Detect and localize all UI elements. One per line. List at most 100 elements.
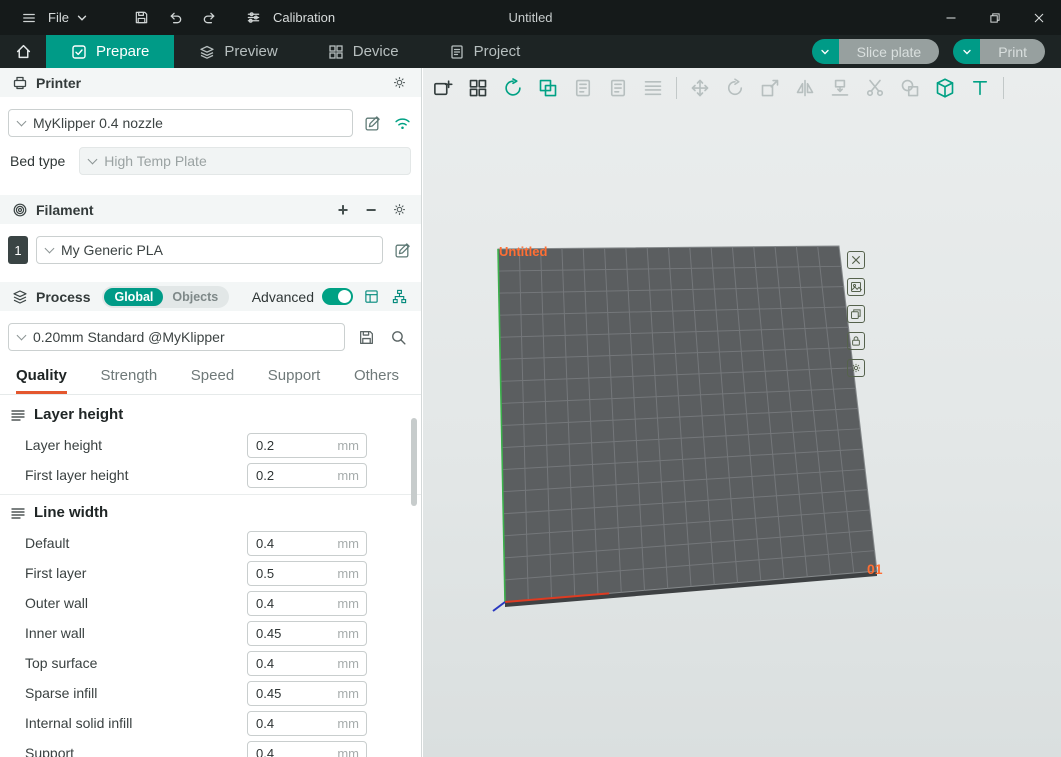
param-row: Supportmm	[0, 738, 421, 757]
minimize-button[interactable]	[929, 0, 973, 35]
param-unit: mm	[337, 656, 366, 671]
calibration-button[interactable]: Calibration	[241, 5, 335, 31]
tab-strength[interactable]: Strength	[100, 367, 157, 394]
arrange-plate-button[interactable]	[847, 278, 865, 296]
process-preset-dropdown[interactable]: 0.20mm Standard @MyKlipper	[8, 323, 345, 351]
param-input[interactable]	[248, 716, 337, 731]
wifi-connection-icon[interactable]	[391, 112, 413, 134]
close-button[interactable]	[1017, 0, 1061, 35]
slice-plate-button[interactable]: Slice plate	[812, 39, 940, 64]
bed-type-dropdown[interactable]: High Temp Plate	[79, 147, 411, 175]
param-input[interactable]	[248, 746, 337, 757]
hamburger-icon	[16, 5, 42, 31]
search-icon[interactable]	[387, 326, 409, 348]
tab-others[interactable]: Others	[354, 367, 399, 394]
redo-icon[interactable]	[197, 5, 223, 31]
object-organize-icon[interactable]	[389, 287, 409, 307]
param-group-title: Layer height	[34, 406, 123, 423]
sidebar-scrollbar[interactable]	[411, 418, 417, 506]
tab-preview[interactable]: Preview	[174, 35, 302, 68]
save-icon[interactable]	[129, 5, 155, 31]
process-scope-toggle[interactable]: Global Objects	[102, 286, 229, 308]
print-options-chevron-icon[interactable]	[953, 39, 980, 64]
tab-project[interactable]: Project	[424, 35, 546, 68]
param-input[interactable]	[248, 438, 337, 453]
filament-section-header: Filament + −	[0, 195, 421, 224]
edit-filament-icon[interactable]	[391, 239, 413, 261]
tab-prepare[interactable]: Prepare	[46, 35, 174, 68]
lock-plate-button[interactable]	[847, 332, 865, 350]
arrange-icon[interactable]	[466, 76, 490, 100]
assembly-view-icon[interactable]	[933, 76, 957, 100]
mesh-boolean-icon[interactable]	[898, 76, 922, 100]
viewport-3d[interactable]: Untitled 01	[423, 68, 1061, 757]
variable-layer-height-icon[interactable]	[641, 76, 665, 100]
advanced-toggle[interactable]	[322, 288, 353, 305]
param-row: Layer heightmm	[0, 430, 421, 460]
remove-filament-button[interactable]: −	[361, 201, 381, 219]
cut-icon[interactable]	[863, 76, 887, 100]
param-unit: mm	[337, 686, 366, 701]
slice-options-chevron-icon[interactable]	[812, 39, 839, 64]
tab-quality[interactable]: Quality	[16, 367, 67, 394]
edit-printer-icon[interactable]	[361, 112, 383, 134]
layer-height-icon	[10, 407, 26, 423]
printer-icon	[12, 75, 28, 91]
lay-on-face-icon[interactable]	[828, 76, 852, 100]
split-to-parts-icon[interactable]	[571, 76, 595, 100]
tab-support[interactable]: Support	[268, 367, 321, 394]
tab-speed[interactable]: Speed	[191, 367, 234, 394]
minimize-icon	[945, 12, 957, 24]
auto-orient-icon[interactable]	[501, 76, 525, 100]
advanced-label: Advanced	[252, 289, 314, 305]
home-button[interactable]	[0, 35, 46, 68]
param-input[interactable]	[248, 656, 337, 671]
delete-plate-icon	[850, 254, 862, 266]
param-input[interactable]	[248, 626, 337, 641]
filament-settings-gear-icon[interactable]	[389, 200, 409, 220]
param-input[interactable]	[248, 686, 337, 701]
delete-plate-button[interactable]	[847, 251, 865, 269]
mirror-icon[interactable]	[793, 76, 817, 100]
add-filament-button[interactable]: +	[333, 201, 353, 219]
parameter-table-icon[interactable]	[361, 287, 381, 307]
tab-device[interactable]: Device	[303, 35, 424, 68]
save-preset-icon[interactable]	[355, 326, 377, 348]
printer-preset-dropdown[interactable]: MyKlipper 0.4 nozzle	[8, 109, 353, 137]
scale-icon[interactable]	[758, 76, 782, 100]
build-plate[interactable]	[423, 68, 1061, 757]
printer-settings-gear-icon[interactable]	[389, 73, 409, 93]
move-icon[interactable]	[688, 76, 712, 100]
param-group-title: Line width	[34, 504, 108, 521]
maximize-button[interactable]	[973, 0, 1017, 35]
fill-bed-with-copies-icon[interactable]	[606, 76, 630, 100]
print-button[interactable]: Print	[953, 39, 1045, 64]
split-to-objects-icon[interactable]	[536, 76, 560, 100]
filament-slot-badge[interactable]: 1	[8, 236, 28, 264]
plate-settings-button[interactable]	[847, 359, 865, 377]
app-menu-button[interactable]: File	[10, 5, 95, 31]
param-label: Inner wall	[25, 625, 247, 641]
undo-icon[interactable]	[163, 5, 189, 31]
param-input[interactable]	[248, 566, 337, 581]
param-unit: mm	[337, 468, 366, 483]
param-unit: mm	[337, 716, 366, 731]
param-row: Defaultmm	[0, 528, 421, 558]
dropdown-chevron-icon	[17, 117, 27, 127]
orient-plate-button[interactable]	[847, 305, 865, 323]
calibration-label: Calibration	[273, 10, 335, 25]
scope-objects-option[interactable]: Objects	[163, 288, 227, 306]
rotate-icon[interactable]	[723, 76, 747, 100]
filament-preset-dropdown[interactable]: My Generic PLA	[36, 236, 383, 264]
param-input[interactable]	[248, 536, 337, 551]
param-input[interactable]	[248, 468, 337, 483]
process-preset-value: 0.20mm Standard @MyKlipper	[33, 329, 225, 345]
add-plate-icon[interactable]	[431, 76, 455, 100]
filament-slot-row: 1 My Generic PLA	[0, 224, 421, 276]
printer-section-header: Printer	[0, 68, 421, 97]
scope-global-option[interactable]: Global	[104, 288, 163, 306]
param-input[interactable]	[248, 596, 337, 611]
text-shape-icon[interactable]	[968, 76, 992, 100]
param-label: Default	[25, 535, 247, 551]
toolbar-separator	[676, 77, 677, 99]
